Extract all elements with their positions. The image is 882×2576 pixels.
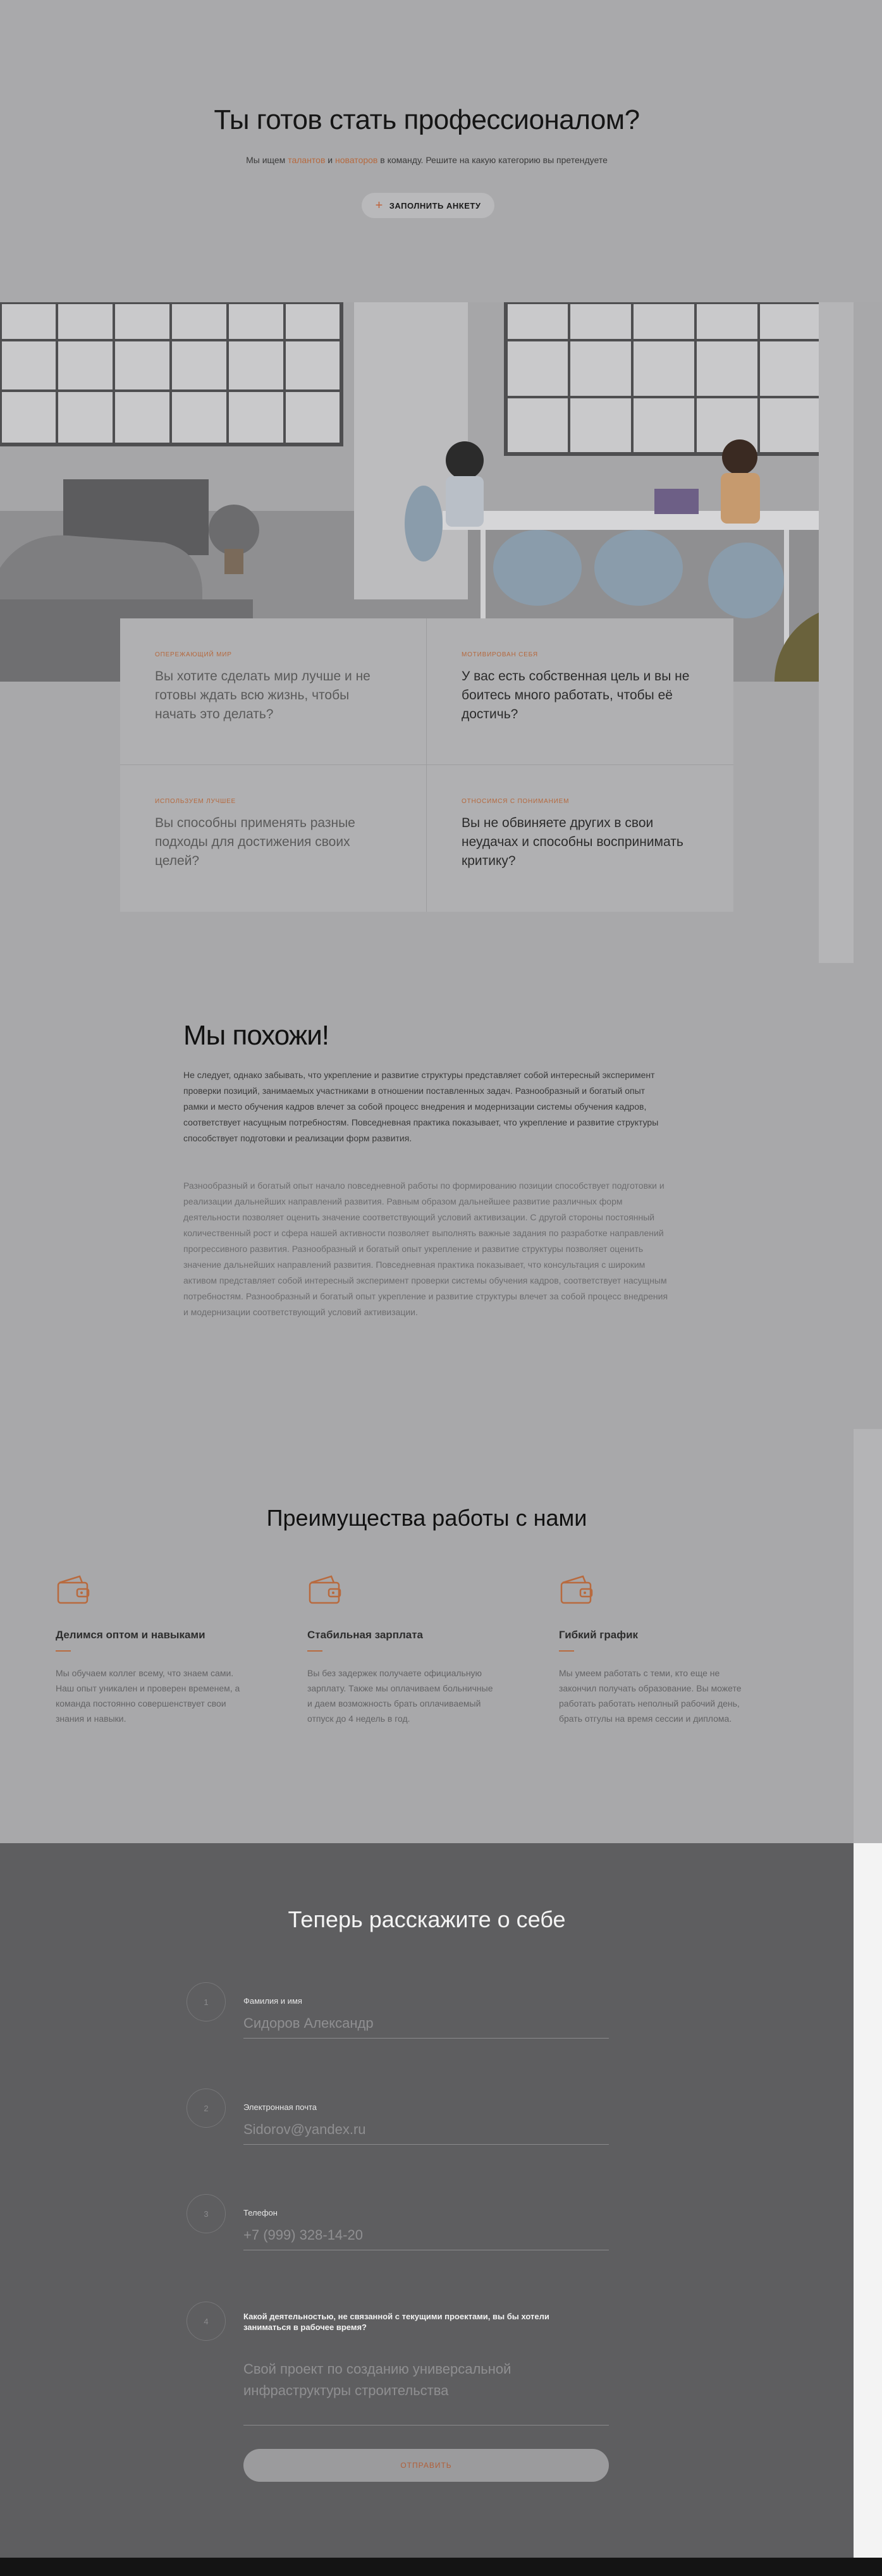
fill-form-button[interactable]: + ЗАПОЛНИТЬ АНКЕТУ [362,193,494,218]
about-paragraph: Не следует, однако забывать, что укрепле… [183,1070,659,1143]
accent-divider [56,1650,71,1652]
field-label: Какой деятельностью, не связанной с теку… [243,2312,549,2332]
hero-subtitle-text: в команду. Решите на какую категорию вы … [377,155,608,165]
form-title: Теперь расскажите о себе [288,1906,566,1932]
field-label: Телефон [243,2208,278,2217]
email-input[interactable]: Sidorov@yandex.ru [243,2121,609,2145]
step-number: 3 [187,2194,226,2233]
quality-tag: Опережающий мир [155,651,232,658]
accent-divider [307,1650,322,1652]
quality-tag: Относимся с пониманием [462,798,570,805]
talents-link[interactable]: талантов [288,155,325,165]
fill-form-label: ЗАПОЛНИТЬ АНКЕТУ [389,200,481,211]
activity-textarea[interactable]: Свой проект по созданию универсальной ин… [243,2358,609,2426]
hero-title: Ты готов стать профессионалом? [214,104,640,135]
quality-text: Вы способны применять разные подходы для… [155,816,355,868]
side-strip [854,1843,882,2558]
about-paragraph: Разнообразный и богатый опыт начало повс… [183,1181,668,1317]
phone-field: 3 Телефон +7 (999) 328-14-20 [187,2194,610,2257]
field-label: Фамилия и имя [243,1996,302,2006]
advantage-title: Гибкий график [559,1629,639,1641]
advantage-item: Гибкий график Мы умеем работать с теми, … [559,1571,749,1726]
field-label: Электронная почта [243,2102,317,2112]
advantage-title: Стабильная зарплата [307,1629,423,1641]
advantages-title: Преимущества работы с нами [266,1505,587,1531]
name-input[interactable]: Сидоров Александр [243,2015,609,2039]
advantage-text: Мы обучаем коллег всему, что знаем сами.… [56,1668,240,1724]
accent-divider [559,1650,574,1652]
advantage-text: Мы умеем работать с теми, кто еще не зак… [559,1668,742,1724]
wallet-icon [309,1575,341,1604]
quality-card: Относимся с пониманием Вы не обвиняете д… [427,765,733,912]
about-title: Мы похожи! [183,1020,329,1051]
plus-icon: + [375,199,383,212]
step-number: 4 [187,2302,226,2341]
advantage-title: Делимся оптом и навыками [56,1629,205,1641]
submit-button[interactable]: ОТПРАВИТЬ [243,2449,609,2482]
hero-subtitle-text: и [325,155,336,165]
phone-input[interactable]: +7 (999) 328-14-20 [243,2227,609,2250]
about-section: Мы похожи! Не следует, однако забывать, … [0,963,854,1429]
side-strip [854,1429,882,1843]
advantages-section: Преимущества работы с нами Делимся оптом… [0,1429,854,1843]
name-field: 1 Фамилия и имя Сидоров Александр [187,1982,610,2045]
quality-card: Используем лучшее Вы способны применять … [120,765,427,912]
advantage-item: Стабильная зарплата Вы без задержек полу… [307,1571,497,1726]
advantage-item: Делимся оптом и навыками Мы обучаем колл… [56,1571,245,1726]
hero-subtitle-text: Мы ищем [246,155,288,165]
quality-tag: Мотивирован себя [462,651,538,658]
quality-card: Опережающий мир Вы хотите сделать мир лу… [120,618,427,765]
quality-text: У вас есть собственная цель и вы не боит… [462,669,690,721]
hero-section: Ты готов стать профессионалом? Мы ищем т… [0,0,882,302]
quality-text: Вы хотите сделать мир лучше и не готовы … [155,669,371,721]
quality-text: Вы не обвиняете других в свои неудачах и… [462,816,683,868]
innovators-link[interactable]: новаторов [335,155,377,165]
step-number: 1 [187,1982,226,2021]
hero-subtitle: Мы ищем талантов и новаторов в команду. … [0,155,854,165]
email-field: 2 Электронная почта Sidorov@yandex.ru [187,2088,610,2152]
side-strip [819,302,854,963]
footer-bar [0,2558,882,2576]
quality-card: Мотивирован себя У вас есть собственная … [427,618,733,765]
quality-tag: Используем лучшее [155,798,236,805]
wallet-icon [57,1575,90,1604]
qualities-grid: Опережающий мир Вы хотите сделать мир лу… [120,618,733,912]
step-number: 2 [187,2088,226,2128]
wallet-icon [560,1575,593,1604]
advantage-text: Вы без задержек получаете официальную за… [307,1668,493,1724]
activity-field: 4 Какой деятельностью, не связанной с те… [187,2302,610,2428]
